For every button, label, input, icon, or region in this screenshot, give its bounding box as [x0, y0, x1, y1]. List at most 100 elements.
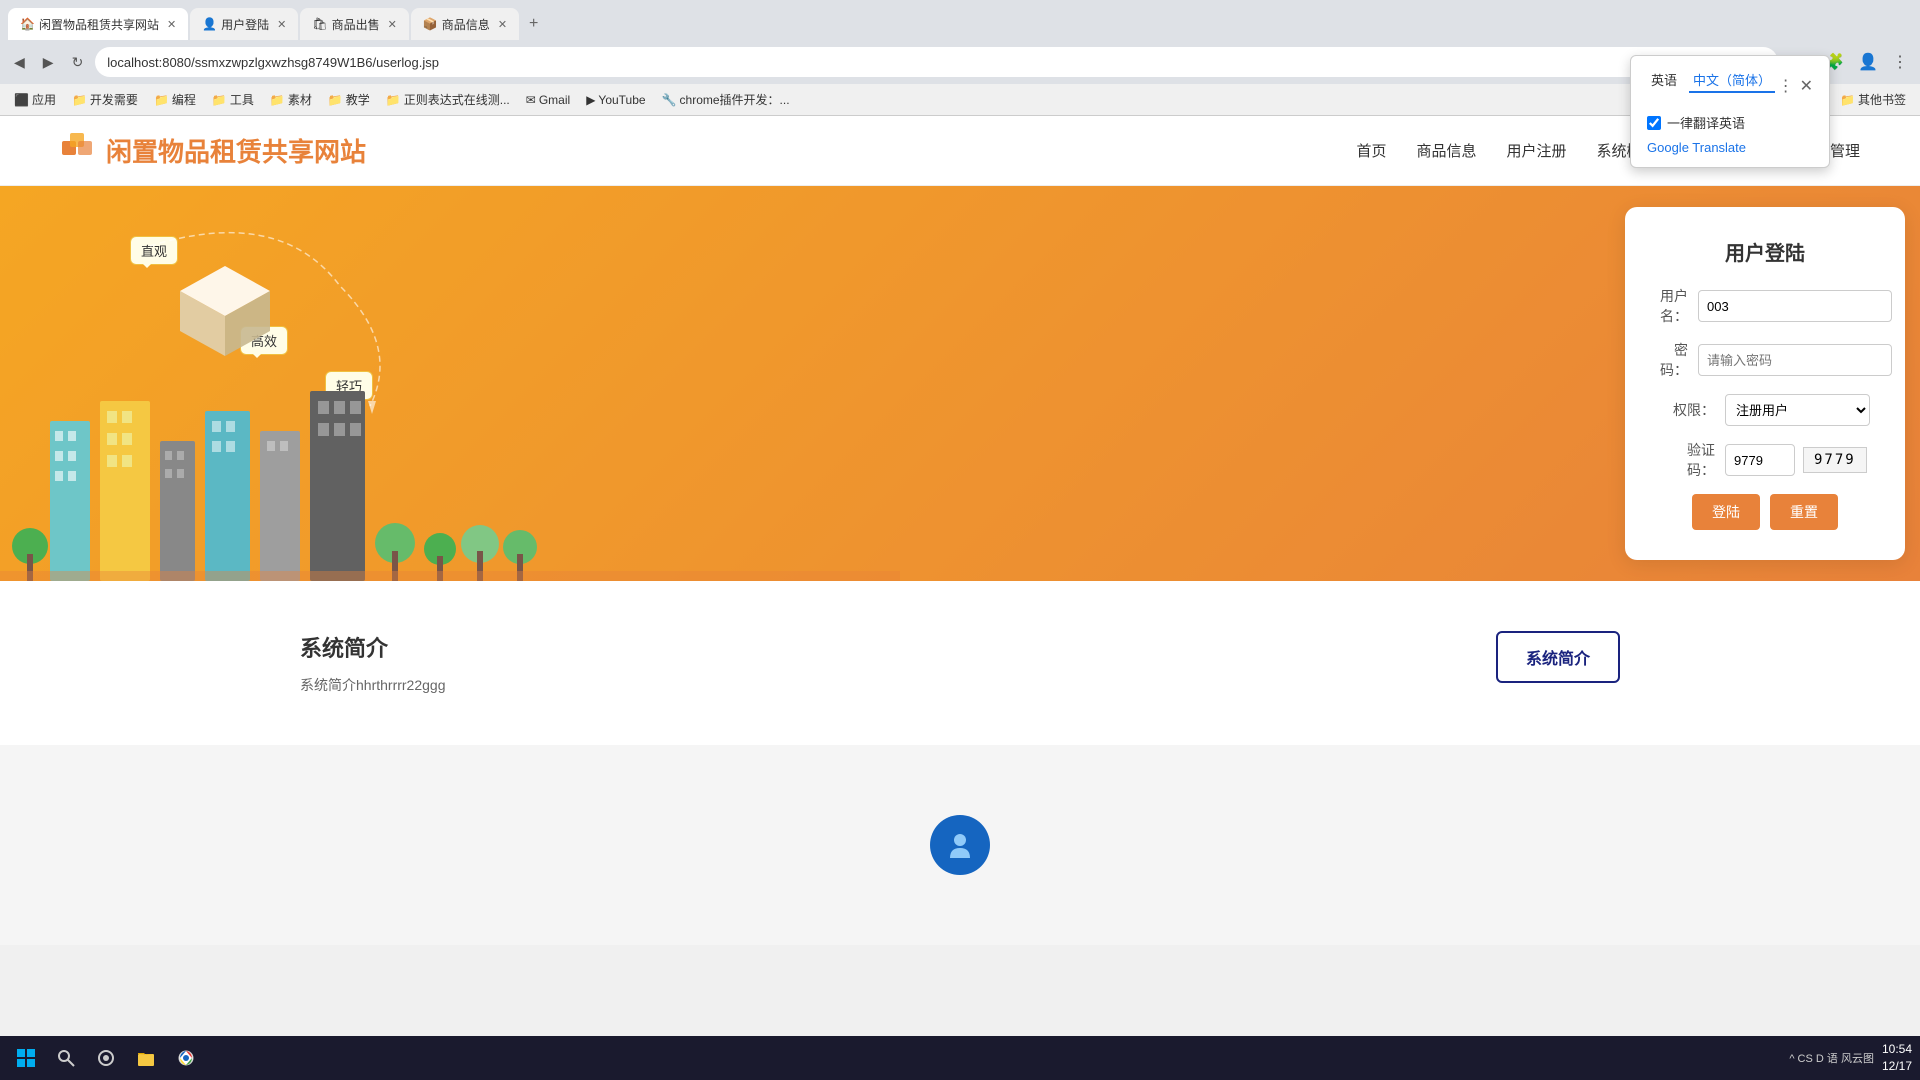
bookmark-coding[interactable]: 📁 编程: [148, 89, 202, 110]
tab-favicon-4: 📦: [423, 17, 438, 31]
tab-close-4[interactable]: ✕: [498, 18, 507, 31]
tab-3[interactable]: 🛍 商品出售 ✕: [300, 8, 408, 40]
login-card: 用户登陆 用户名： 密码： 权限： 注册用户 管理员: [1625, 207, 1905, 560]
intro-section: 系统简介 系统简介hhrthrrrr22ggg 系统简介: [0, 581, 1920, 745]
reload-button[interactable]: ↻: [66, 50, 90, 75]
forward-button[interactable]: ▶: [37, 50, 60, 75]
tab-favicon-2: 👤: [202, 17, 217, 31]
translate-option-always: 一律翻译英语: [1647, 113, 1813, 132]
tab-close-1[interactable]: ✕: [167, 18, 176, 31]
bookmark-tools[interactable]: 📁 工具: [206, 89, 260, 110]
tab-2[interactable]: 👤 用户登陆 ✕: [190, 8, 298, 40]
lang-chinese[interactable]: 中文（简体）: [1689, 68, 1775, 93]
taskbar: ^ CS D 语 风云图 10:54 12/17: [0, 1036, 1920, 1080]
translate-popup: 英语 中文（简体） ⋮ ✕ 一律翻译英语 Google Translate: [1630, 55, 1830, 168]
box-illustration: [170, 256, 280, 361]
tab-1[interactable]: 🏠 闲置物品租赁共享网站 ✕: [8, 8, 188, 40]
logo-icon: [60, 129, 96, 172]
role-select[interactable]: 注册用户 管理员: [1725, 394, 1870, 426]
login-title: 用户登陆: [1660, 237, 1870, 266]
tab-4[interactable]: 📦 商品信息 ✕: [411, 8, 519, 40]
city-illustration: [0, 361, 1610, 581]
clock: 10:54: [1882, 1041, 1912, 1058]
taskbar-right: ^ CS D 语 风云图 10:54 12/17: [1789, 1041, 1912, 1075]
bookmark-regex[interactable]: 📁 正则表达式在线测...: [380, 89, 516, 110]
taskbar-cortana[interactable]: [88, 1040, 124, 1076]
folder-icon-materials: 📁: [270, 93, 285, 107]
tab-close-2[interactable]: ✕: [277, 18, 286, 31]
site-logo: 闲置物品租赁共享网站: [60, 129, 366, 172]
start-button[interactable]: [8, 1040, 44, 1076]
translate-langs: 英语 中文（简体）: [1647, 68, 1775, 93]
bookmark-youtube[interactable]: ▶ YouTube: [580, 91, 651, 109]
folder-icon-other: 📁: [1840, 93, 1855, 107]
chrome-icon: 🔧: [662, 93, 677, 107]
hero-right: 用户登陆 用户名： 密码： 权限： 注册用户 管理员: [1610, 186, 1920, 581]
apps-grid-icon: ⬛: [14, 93, 29, 107]
captcha-input[interactable]: [1725, 444, 1795, 476]
translate-more-icon[interactable]: ⋮: [1778, 76, 1794, 96]
bookmark-tutorial[interactable]: 📁 教学: [322, 89, 376, 110]
button-row: 登陆 重置: [1660, 494, 1870, 530]
footer-icon: [930, 815, 990, 875]
profile-icon[interactable]: 👤: [1854, 48, 1882, 76]
role-row: 权限： 注册用户 管理员: [1660, 394, 1870, 426]
bookmark-materials[interactable]: 📁 素材: [264, 89, 318, 110]
captcha-row: 验证码： 9779: [1660, 440, 1870, 480]
bookmark-apps[interactable]: ⬛ 应用: [8, 89, 62, 110]
site-title: 闲置物品租赁共享网站: [106, 132, 366, 169]
system-tray: ^ CS D 语 风云图: [1789, 1050, 1874, 1066]
taskbar-chrome[interactable]: [168, 1040, 204, 1076]
footer-area: [0, 745, 1920, 945]
bookmark-chrome-plugin[interactable]: 🔧 chrome插件开发：...: [656, 89, 796, 110]
taskbar-search[interactable]: [48, 1040, 84, 1076]
back-button[interactable]: ◀: [8, 50, 31, 75]
bookmark-other[interactable]: 📁 其他书签: [1834, 89, 1912, 110]
bookmark-gmail[interactable]: ✉ Gmail: [520, 91, 576, 109]
tab-label-4: 商品信息: [442, 16, 490, 33]
address-input[interactable]: [95, 47, 1778, 77]
lang-english[interactable]: 英语: [1647, 68, 1681, 93]
folder-icon-dev: 📁: [72, 93, 87, 107]
folder-icon-tutorial: 📁: [328, 93, 343, 107]
taskbar-file-explorer[interactable]: [128, 1040, 164, 1076]
youtube-icon: ▶: [586, 93, 595, 107]
tab-label-1: 闲置物品租赁共享网站: [39, 16, 159, 33]
password-label: 密码：: [1660, 340, 1688, 380]
username-input[interactable]: [1698, 290, 1892, 322]
nav-products[interactable]: 商品信息: [1417, 140, 1477, 161]
translate-option-label: 一律翻译英语: [1667, 113, 1745, 132]
intro-button[interactable]: 系统简介: [1496, 631, 1620, 683]
time-display: 10:54 12/17: [1882, 1041, 1912, 1075]
hero-banner: 直观 高效 轻巧: [0, 186, 1920, 581]
translate-header: 英语 中文（简体） ⋮ ✕: [1647, 68, 1813, 103]
tab-label-3: 商品出售: [332, 16, 380, 33]
google-translate-link[interactable]: Google Translate: [1647, 140, 1813, 155]
menu-icon[interactable]: ⋮: [1888, 48, 1912, 76]
nav-register[interactable]: 用户注册: [1507, 140, 1567, 161]
password-input[interactable]: [1698, 344, 1892, 376]
reset-button[interactable]: 重置: [1770, 494, 1838, 530]
tab-favicon-3: 🛍: [312, 17, 327, 31]
intro-text: 系统简介 系统简介hhrthrrrr22ggg: [300, 631, 446, 695]
folder-icon-tools: 📁: [212, 93, 227, 107]
intro-content: 系统简介hhrthrrrr22ggg: [300, 675, 446, 695]
login-button[interactable]: 登陆: [1692, 494, 1760, 530]
role-label: 权限：: [1660, 400, 1715, 420]
captcha-label: 验证码：: [1660, 440, 1715, 480]
bookmark-dev[interactable]: 📁 开发需要: [66, 89, 144, 110]
new-tab-button[interactable]: +: [521, 8, 546, 40]
username-row: 用户名：: [1660, 286, 1870, 326]
translate-checkbox[interactable]: [1647, 116, 1661, 130]
captcha-display: 9779: [1803, 447, 1867, 473]
folder-icon-coding: 📁: [154, 93, 169, 107]
tab-favicon-1: 🏠: [20, 17, 35, 31]
password-row: 密码：: [1660, 340, 1870, 380]
translate-close-icon[interactable]: ✕: [1800, 76, 1813, 96]
tab-close-3[interactable]: ✕: [388, 18, 397, 31]
gmail-icon: ✉: [526, 93, 536, 107]
hero-illustration: 直观 高效 轻巧: [0, 186, 1610, 581]
nav-home[interactable]: 首页: [1357, 140, 1387, 161]
intro-title: 系统简介: [300, 631, 446, 663]
date: 12/17: [1882, 1058, 1912, 1075]
